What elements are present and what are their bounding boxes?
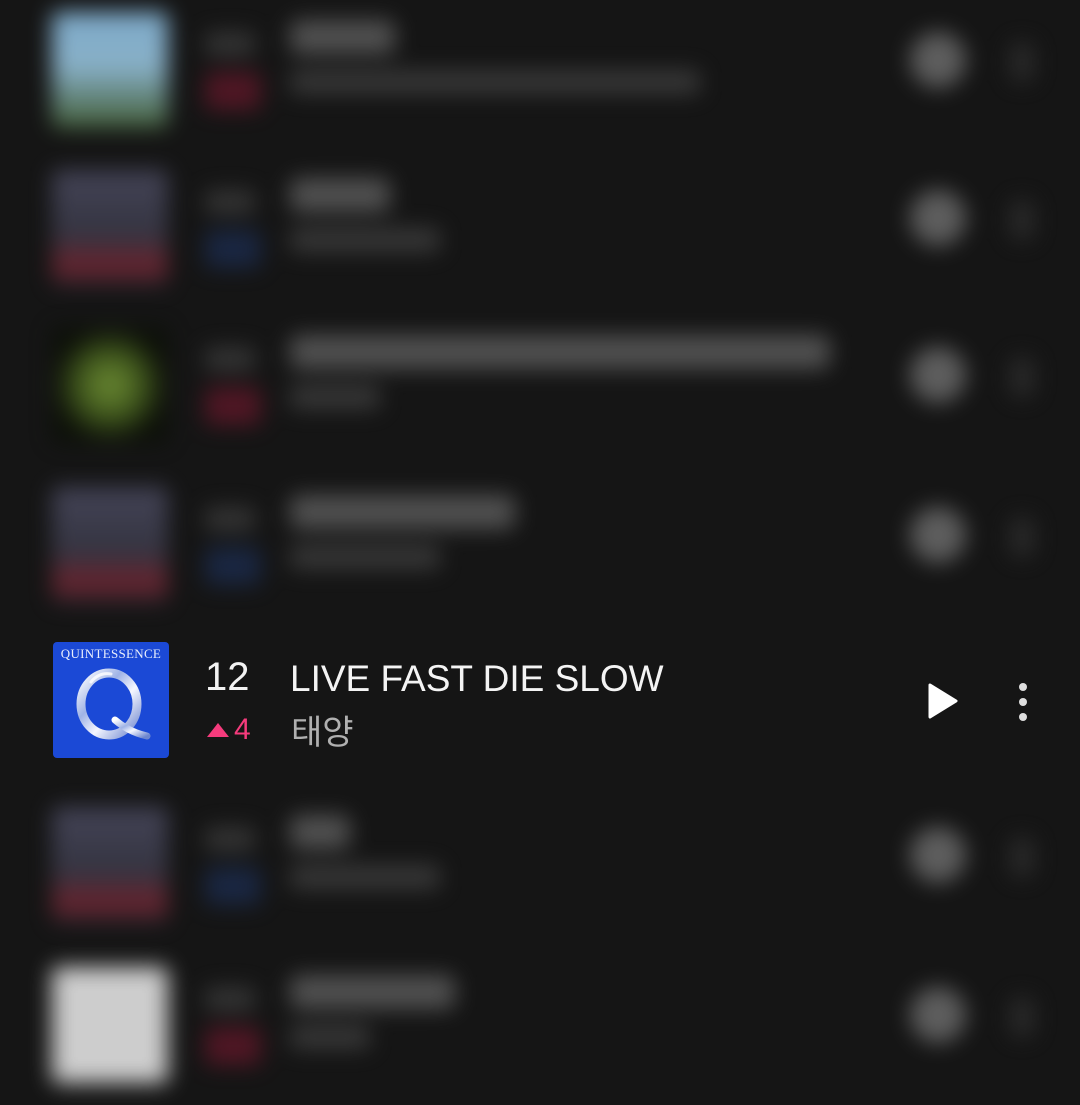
artist-placeholder	[290, 70, 700, 94]
rank-change-placeholder	[205, 1027, 261, 1065]
title-placeholder	[290, 495, 515, 529]
rank-placeholder	[205, 827, 255, 851]
album-thumbnail	[52, 170, 168, 286]
play-icon[interactable]	[922, 681, 962, 721]
rank-placeholder	[205, 190, 255, 214]
blurred-list-row	[0, 785, 1080, 945]
rank-up-arrow-icon	[207, 723, 229, 737]
title-placeholder	[290, 335, 830, 369]
album-thumbnail	[52, 487, 168, 603]
artist-placeholder	[290, 385, 380, 409]
album-thumbnail	[52, 327, 168, 443]
title-placeholder	[290, 975, 455, 1009]
more-vertical-icon[interactable]	[1010, 517, 1034, 557]
play-icon[interactable]	[910, 827, 966, 883]
blurred-list-row	[0, 945, 1080, 1105]
more-dot	[1019, 683, 1027, 691]
rank-change-placeholder	[205, 867, 261, 905]
chart-list-row[interactable]: QUINTESSENCE 12 4 LIVE FAST DIE SLOW 태양	[0, 625, 1080, 775]
rank-placeholder	[205, 987, 255, 1011]
artist-placeholder	[290, 865, 440, 889]
play-icon[interactable]	[910, 347, 966, 403]
chrome-q-logo-icon	[76, 668, 151, 740]
chart-rank: 12	[205, 655, 250, 699]
rank-change-value: 4	[234, 713, 251, 746]
more-vertical-icon[interactable]	[1010, 200, 1034, 240]
rank-change-placeholder	[205, 547, 261, 585]
artist-placeholder	[290, 228, 440, 252]
rank-placeholder	[205, 32, 255, 56]
artist-name[interactable]: 태양	[291, 705, 354, 754]
artist-placeholder	[290, 545, 440, 569]
blurred-list-row	[0, 148, 1080, 308]
blurred-list-row	[0, 305, 1080, 465]
artist-placeholder	[290, 1025, 370, 1049]
more-vertical-icon[interactable]	[1012, 680, 1034, 725]
more-vertical-icon[interactable]	[1010, 837, 1034, 877]
more-vertical-icon[interactable]	[1010, 997, 1034, 1037]
play-icon[interactable]	[910, 507, 966, 563]
blurred-list-row	[0, 0, 1080, 150]
play-icon[interactable]	[910, 987, 966, 1043]
play-icon[interactable]	[910, 190, 966, 246]
rank-placeholder	[205, 507, 255, 531]
rank-change-placeholder	[205, 387, 261, 425]
more-dot	[1019, 698, 1027, 706]
album-cover-title: QUINTESSENCE	[60, 646, 162, 661]
play-icon[interactable]	[910, 32, 966, 88]
album-thumbnail	[52, 807, 168, 923]
blurred-list-row	[0, 465, 1080, 625]
more-dot	[1019, 713, 1027, 721]
song-title[interactable]: LIVE FAST DIE SLOW	[290, 658, 664, 700]
title-placeholder	[290, 20, 395, 54]
album-thumbnail	[52, 12, 168, 128]
album-thumbnail	[52, 967, 168, 1083]
title-placeholder	[290, 178, 390, 212]
more-vertical-icon[interactable]	[1010, 42, 1034, 82]
rank-change: 4	[207, 713, 251, 747]
rank-placeholder	[205, 347, 255, 371]
more-vertical-icon[interactable]	[1010, 357, 1034, 397]
title-placeholder	[290, 815, 350, 849]
rank-change-placeholder	[205, 72, 261, 110]
album-cover: QUINTESSENCE	[53, 642, 169, 758]
rank-change-placeholder	[205, 230, 261, 268]
